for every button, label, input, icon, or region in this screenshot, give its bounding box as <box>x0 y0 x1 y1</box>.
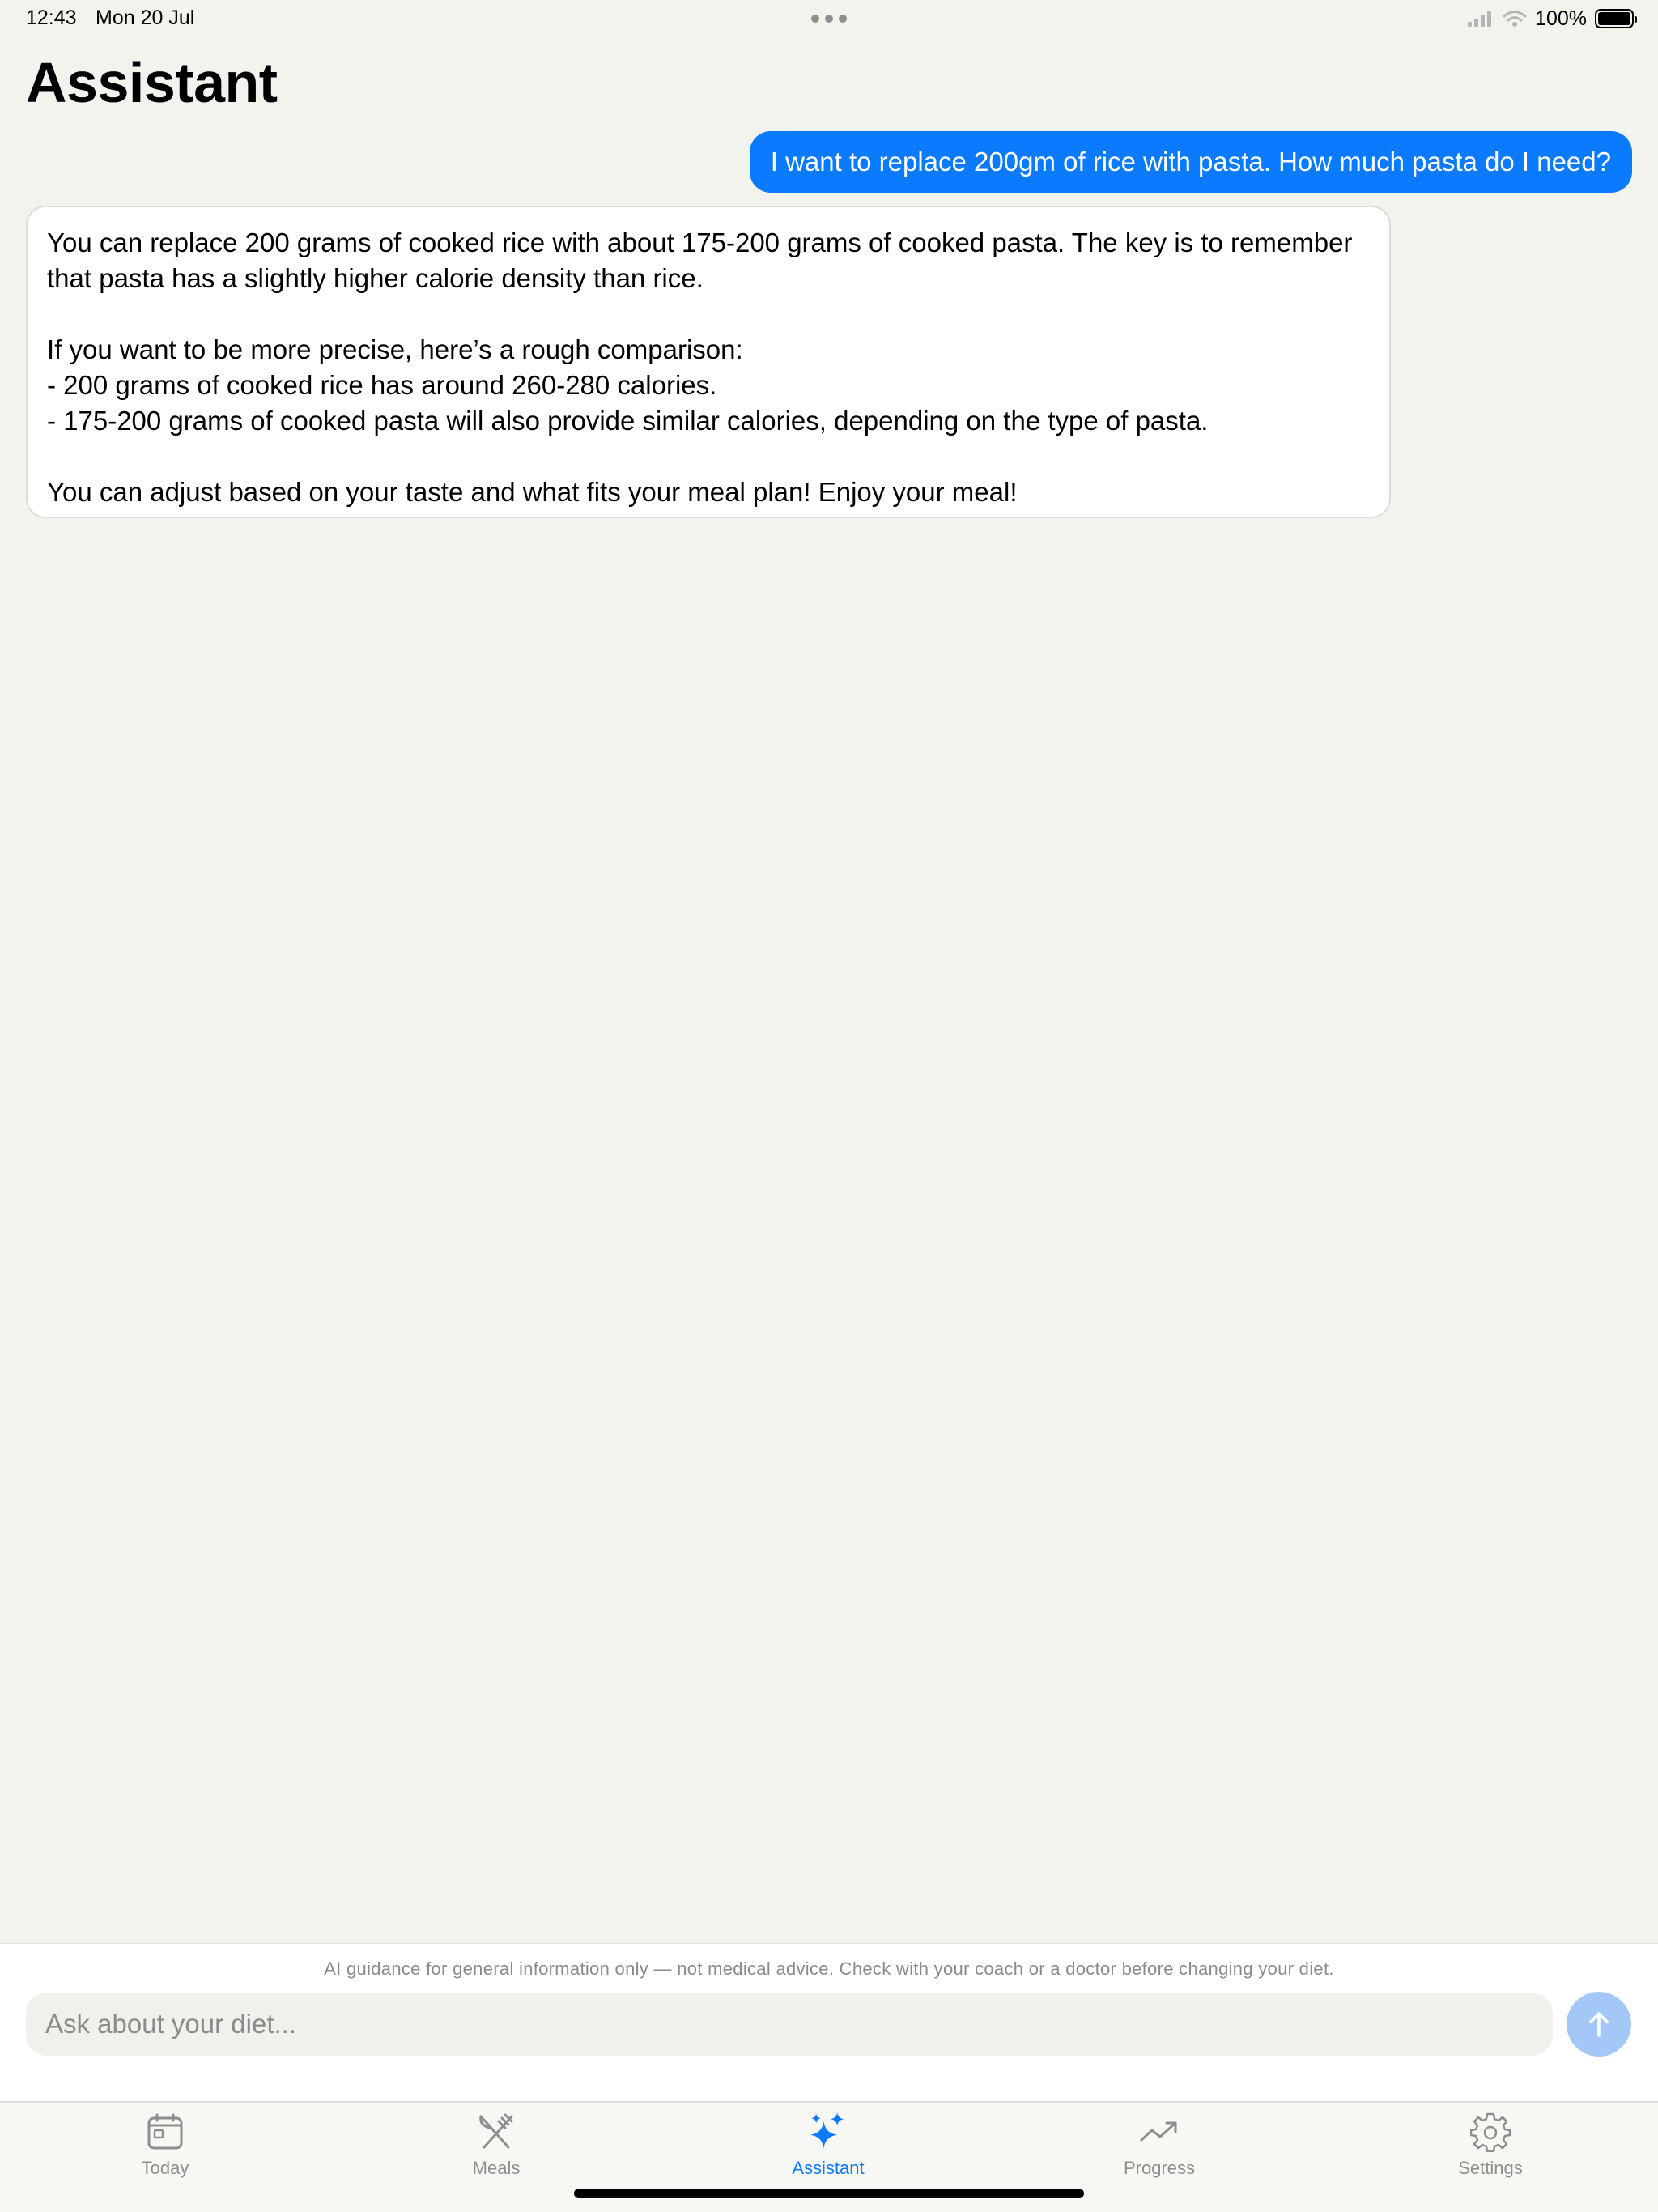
status-date: Mon 20 Jul <box>96 6 195 29</box>
user-message-text: I want to replace 200gm of rice with pas… <box>770 147 1611 177</box>
tab-label-meals: Meals <box>472 2158 521 2178</box>
fork-knife-icon <box>475 2111 517 2153</box>
sparkles-icon <box>807 2111 849 2153</box>
disclaimer-text: AI guidance for general information only… <box>324 1959 1334 1979</box>
assistant-message-text: You can replace 200 grams of cooked rice… <box>47 228 1353 507</box>
signal-icon <box>1468 11 1492 27</box>
wifi-icon <box>1503 11 1527 27</box>
tab-settings[interactable]: Settings <box>1409 2111 1571 2184</box>
tab-meals[interactable]: Meals <box>415 2111 577 2184</box>
send-button[interactable] <box>1567 1992 1631 2057</box>
page-title: Assistant <box>26 51 278 114</box>
user-message-bubble: I want to replace 200gm of rice with pas… <box>749 131 1632 193</box>
battery-icon <box>1595 9 1637 28</box>
assistant-message-bubble: You can replace 200 grams of cooked rice… <box>26 206 1391 518</box>
tab-label-progress: Progress <box>1123 2158 1196 2178</box>
status-indicators: 100% <box>1467 6 1637 31</box>
tab-label-today: Today <box>141 2158 189 2178</box>
tab-label-settings: Settings <box>1458 2158 1523 2178</box>
tab-today[interactable]: Today <box>84 2111 246 2184</box>
gear-icon <box>1469 2111 1511 2153</box>
multitasking-dots-icon[interactable] <box>811 15 847 23</box>
tab-assistant[interactable]: Assistant <box>747 2111 909 2184</box>
home-indicator[interactable] <box>574 2189 1084 2198</box>
status-time: 12:43 <box>26 6 77 29</box>
battery-percentage: 100% <box>1535 6 1587 30</box>
chat-input[interactable] <box>26 1993 1553 2056</box>
app-screen: 12:43 Mon 20 Jul 100% Assistant I want t… <box>0 0 1658 2212</box>
status-bar: 12:43 Mon 20 Jul 100% <box>0 0 1658 39</box>
tab-progress[interactable]: Progress <box>1078 2111 1240 2184</box>
tab-label-assistant: Assistant <box>792 2158 865 2178</box>
battery-level <box>1598 12 1630 25</box>
trend-up-icon <box>1138 2111 1180 2153</box>
calendar-icon <box>144 2111 186 2153</box>
arrow-up-icon <box>1589 2012 1609 2037</box>
composer: AI guidance for general information only… <box>0 1943 1658 2101</box>
